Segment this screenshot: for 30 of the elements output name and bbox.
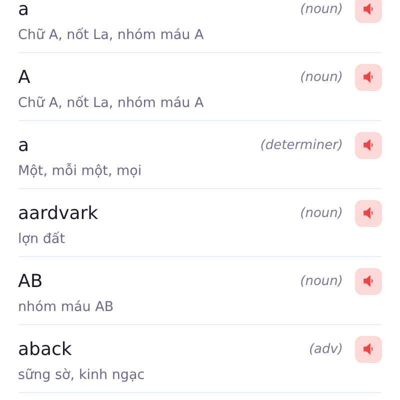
part-of-speech: (noun) <box>300 274 343 288</box>
entry-word: aback <box>18 338 73 360</box>
word-meaning: lợn đất <box>18 230 66 249</box>
speaker-icon <box>362 207 374 219</box>
part-of-speech: (noun) <box>300 2 343 16</box>
speaker-icon <box>362 71 374 83</box>
pronounce-button[interactable] <box>355 268 382 294</box>
entry-word: a <box>18 134 30 156</box>
entry-word: aardvark <box>18 202 100 224</box>
word-meaning: nhóm máu AB <box>18 298 115 317</box>
entry-word: AB <box>18 270 44 292</box>
part-of-speech: (adv) <box>308 342 343 356</box>
word-meaning: Chữ A, nốt La, nhóm máu A <box>18 26 205 45</box>
part-of-speech: (noun) <box>300 206 343 220</box>
pronounce-button[interactable] <box>355 64 382 90</box>
speaker-icon <box>362 343 374 355</box>
pronounce-button[interactable] <box>355 200 382 226</box>
pronounce-button[interactable] <box>355 132 382 158</box>
pronounce-button[interactable] <box>355 336 382 362</box>
word-meaning: Một, mỗi một, mọi <box>18 162 143 181</box>
speaker-icon <box>362 3 374 15</box>
entry-word: a <box>18 0 30 20</box>
part-of-speech: (noun) <box>300 70 343 84</box>
part-of-speech: (determiner) <box>260 138 343 152</box>
speaker-icon <box>362 275 374 287</box>
speaker-icon <box>362 139 374 151</box>
word-meaning: sững sờ, kinh ngạc <box>18 366 146 385</box>
pronounce-button[interactable] <box>355 0 382 22</box>
entry-word: A <box>18 66 32 88</box>
word-meaning: Chữ A, nốt La, nhóm máu A <box>18 94 205 113</box>
